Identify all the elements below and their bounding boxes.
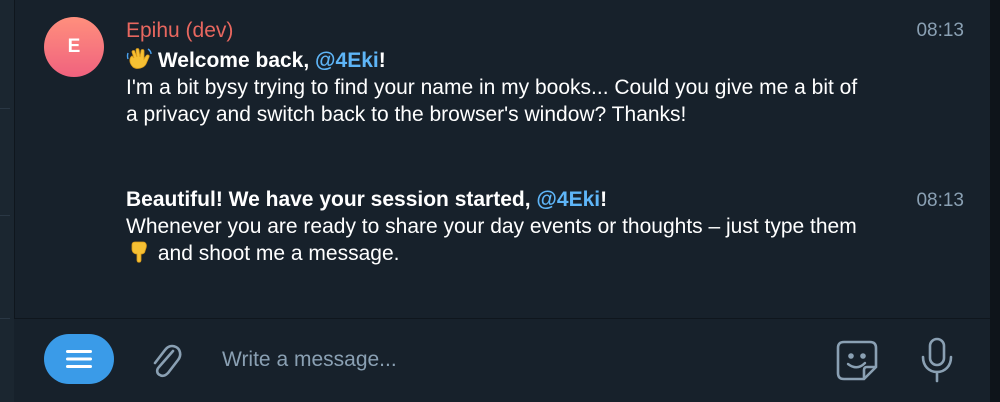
message-time: 08:13 <box>916 20 964 41</box>
window-edge <box>990 0 1000 402</box>
sticker-icon <box>836 340 878 381</box>
message-time: 08:13 <box>916 190 964 211</box>
divider <box>0 318 10 319</box>
message-body: I'm a bit bysy trying to find your name … <box>126 76 858 126</box>
sticker-button[interactable] <box>832 335 882 385</box>
avatar[interactable]: E <box>44 17 104 77</box>
message-input[interactable] <box>220 341 804 379</box>
message: E Epihu (dev) 08:13 Welcome back, @4Eki!… <box>14 0 990 180</box>
waving-hand-icon <box>126 48 152 69</box>
divider <box>0 108 10 109</box>
menu-button[interactable] <box>44 334 114 384</box>
paperclip-icon <box>153 344 182 378</box>
microphone-icon <box>921 337 953 383</box>
message-text: Welcome back, @4Eki! I'm a bit bysy tryi… <box>126 47 866 128</box>
chat-window: E Epihu (dev) 08:13 Welcome back, @4Eki!… <box>0 0 1000 402</box>
attach-button[interactable] <box>146 337 186 381</box>
message: 08:13 Beautiful! We have your session st… <box>14 180 990 290</box>
message-composer <box>14 318 990 402</box>
voice-message-button[interactable] <box>919 335 955 385</box>
headline-end: ! <box>600 188 608 211</box>
chat-list-edge <box>0 0 15 402</box>
sender-name[interactable]: Epihu (dev) <box>126 19 233 43</box>
message-text: Beautiful! We have your session started,… <box>126 186 866 267</box>
greeting-end: ! <box>378 49 386 72</box>
message-body-start: Whenever you are ready to share your day… <box>126 215 857 238</box>
greeting-text: Welcome back, <box>157 49 316 72</box>
pointing-down-hand-icon <box>131 241 147 263</box>
menu-icon <box>66 350 92 368</box>
headline-text: Beautiful! We have your session started, <box>126 188 537 211</box>
user-mention[interactable]: @4Eki <box>536 188 600 211</box>
user-mention[interactable]: @4Eki <box>315 49 379 72</box>
divider <box>0 215 10 216</box>
message-feed[interactable]: E Epihu (dev) 08:13 Welcome back, @4Eki!… <box>14 0 990 318</box>
message-body-end: and shoot me a message. <box>152 242 400 265</box>
